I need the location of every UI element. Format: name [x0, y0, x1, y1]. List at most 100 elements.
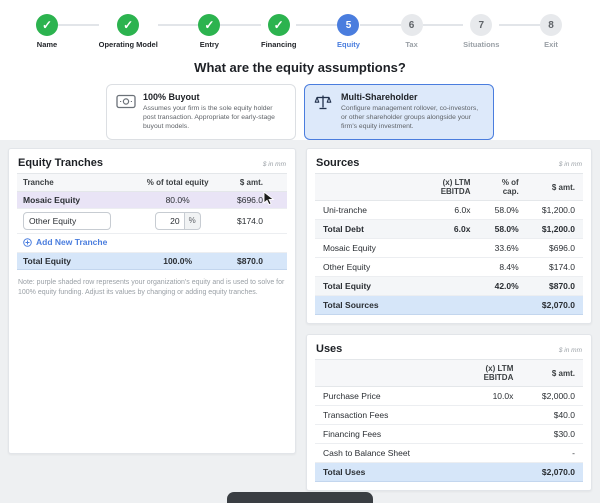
row-label: Uni-tranche: [315, 201, 406, 220]
tranche-pct-input[interactable]: [155, 212, 185, 230]
total-equity-row: Total Equity 100.0% $870.0: [17, 252, 287, 269]
row-ebitda: [406, 277, 478, 296]
row-amt: $1,200.0: [527, 220, 583, 239]
row-label: Transaction Fees: [315, 406, 449, 425]
row-ebitda: [449, 444, 521, 463]
row-ebitda: [406, 296, 478, 315]
step-exit[interactable]: 8 Exit: [540, 14, 562, 49]
option-title: Multi-Shareholder: [341, 92, 484, 102]
row-pct: 58.0%: [478, 220, 526, 239]
column-header: Tranche: [17, 174, 136, 192]
row-amt: -: [521, 444, 583, 463]
column-header: % of total equity: [136, 174, 220, 192]
tranche-name: Mosaic Equity: [17, 192, 136, 209]
row-amt: $2,070.0: [521, 463, 583, 482]
check-icon: ✓: [198, 14, 220, 36]
table-row: Transaction Fees $40.0: [315, 406, 583, 425]
row-amt: $2,000.0: [521, 387, 583, 406]
step-number: 7: [470, 14, 492, 36]
step-connector: [58, 24, 99, 26]
row-label: Cash to Balance Sheet: [315, 444, 449, 463]
table-row: Cash to Balance Sheet -: [315, 444, 583, 463]
app-root: ✓ Name ✓ Operating Model ✓ Entry ✓ Finan…: [0, 0, 600, 503]
row-ebitda: 10.0x: [449, 387, 521, 406]
column-header: % of cap.: [478, 174, 526, 201]
row-pct: 8.4%: [478, 258, 526, 277]
plus-circle-icon: [23, 238, 32, 247]
row-ebitda: 6.0x: [406, 220, 478, 239]
check-icon: ✓: [36, 14, 58, 36]
table-header-row: (x) LTM EBITDA % of cap. $ amt.: [315, 174, 583, 201]
step-tax[interactable]: 6 Tax: [401, 14, 423, 49]
units-label: $ in mm: [559, 161, 582, 168]
table-row: Financing Fees $30.0: [315, 425, 583, 444]
step-connector: [360, 24, 401, 26]
row-label: Total Sources: [315, 296, 406, 315]
row-ebitda: [449, 425, 521, 444]
row-ebitda: [406, 258, 478, 277]
step-financing[interactable]: ✓ Financing: [261, 14, 296, 49]
equity-tranches-table: Tranche % of total equity $ amt. Mosaic …: [17, 173, 287, 270]
step-number: 5: [337, 14, 359, 36]
step-connector: [499, 24, 540, 26]
row-label: Mosaic Equity: [315, 239, 406, 258]
step-label: Financing: [261, 40, 296, 49]
row-pct: 42.0%: [478, 277, 526, 296]
sources-table: (x) LTM EBITDA % of cap. $ amt. Uni-tran…: [315, 173, 583, 315]
step-situations[interactable]: 7 Situations: [463, 14, 499, 49]
total-amt: $870.0: [219, 252, 287, 269]
check-icon: ✓: [268, 14, 290, 36]
equity-tranches-panel: Equity Tranches $ in mm Tranche % of tot…: [8, 148, 296, 454]
step-label: Name: [37, 40, 57, 49]
step-number: 6: [401, 14, 423, 36]
table-row: Other Equity 8.4% $174.0: [315, 258, 583, 277]
column-header: (x) LTM EBITDA: [449, 360, 521, 387]
tranche-amt: $174.0: [219, 209, 287, 234]
step-label: Situations: [463, 40, 499, 49]
total-pct: 100.0%: [136, 252, 220, 269]
right-column: Sources $ in mm (x) LTM EBITDA % of cap.…: [306, 148, 592, 491]
row-label: Financing Fees: [315, 425, 449, 444]
step-entry[interactable]: ✓ Entry: [198, 14, 220, 49]
units-label: $ in mm: [263, 161, 286, 168]
column-header: (x) LTM EBITDA: [406, 174, 478, 201]
row-pct: 33.6%: [478, 239, 526, 258]
step-equity[interactable]: 5 Equity: [337, 14, 360, 49]
option-100-buyout[interactable]: 100% Buyout Assumes your firm is the sol…: [106, 84, 296, 140]
tranche-name-input[interactable]: [23, 212, 111, 230]
step-operating-model[interactable]: ✓ Operating Model: [99, 14, 158, 49]
tranche-amt: $696.0: [219, 192, 287, 209]
bottom-bar: [227, 492, 373, 503]
step-label: Tax: [405, 40, 417, 49]
main-content: Equity Tranches $ in mm Tranche % of tot…: [0, 140, 600, 503]
table-row: Purchase Price 10.0x $2,000.0: [315, 387, 583, 406]
row-pct: [478, 296, 526, 315]
total-uses-row: Total Uses $2,070.0: [315, 463, 583, 482]
option-text: 100% Buyout Assumes your firm is the sol…: [143, 92, 286, 132]
check-icon: ✓: [117, 14, 139, 36]
table-row: Uni-tranche 6.0x 58.0% $1,200.0: [315, 201, 583, 220]
row-amt: $2,070.0: [527, 296, 583, 315]
option-multi-shareholder[interactable]: Multi-Shareholder Configure management r…: [304, 84, 494, 140]
step-name[interactable]: ✓ Name: [36, 14, 58, 49]
row-amt: $1,200.0: [527, 201, 583, 220]
page-title: What are the equity assumptions?: [0, 60, 600, 75]
add-new-tranche-button[interactable]: Add New Tranche: [23, 237, 107, 247]
option-description: Assumes your firm is the sole equity hol…: [143, 104, 286, 132]
row-pct: 58.0%: [478, 201, 526, 220]
panel-header: Uses $ in mm: [315, 343, 583, 359]
add-new-tranche-label: Add New Tranche: [36, 237, 107, 247]
option-description: Configure management rollover, co-invest…: [341, 104, 484, 132]
sources-panel: Sources $ in mm (x) LTM EBITDA % of cap.…: [306, 148, 592, 324]
total-sources-row: Total Sources $2,070.0: [315, 296, 583, 315]
row-amt: $40.0: [521, 406, 583, 425]
table-header-row: (x) LTM EBITDA $ amt.: [315, 360, 583, 387]
option-title: 100% Buyout: [143, 92, 286, 102]
equity-mode-options: 100% Buyout Assumes your firm is the sol…: [0, 84, 600, 140]
option-text: Multi-Shareholder Configure management r…: [341, 92, 484, 132]
row-amt: $870.0: [527, 277, 583, 296]
table-row: % $174.0: [17, 209, 287, 234]
column-header: $ amt.: [521, 360, 583, 387]
panel-title: Uses: [316, 343, 342, 355]
column-header: [315, 174, 406, 201]
